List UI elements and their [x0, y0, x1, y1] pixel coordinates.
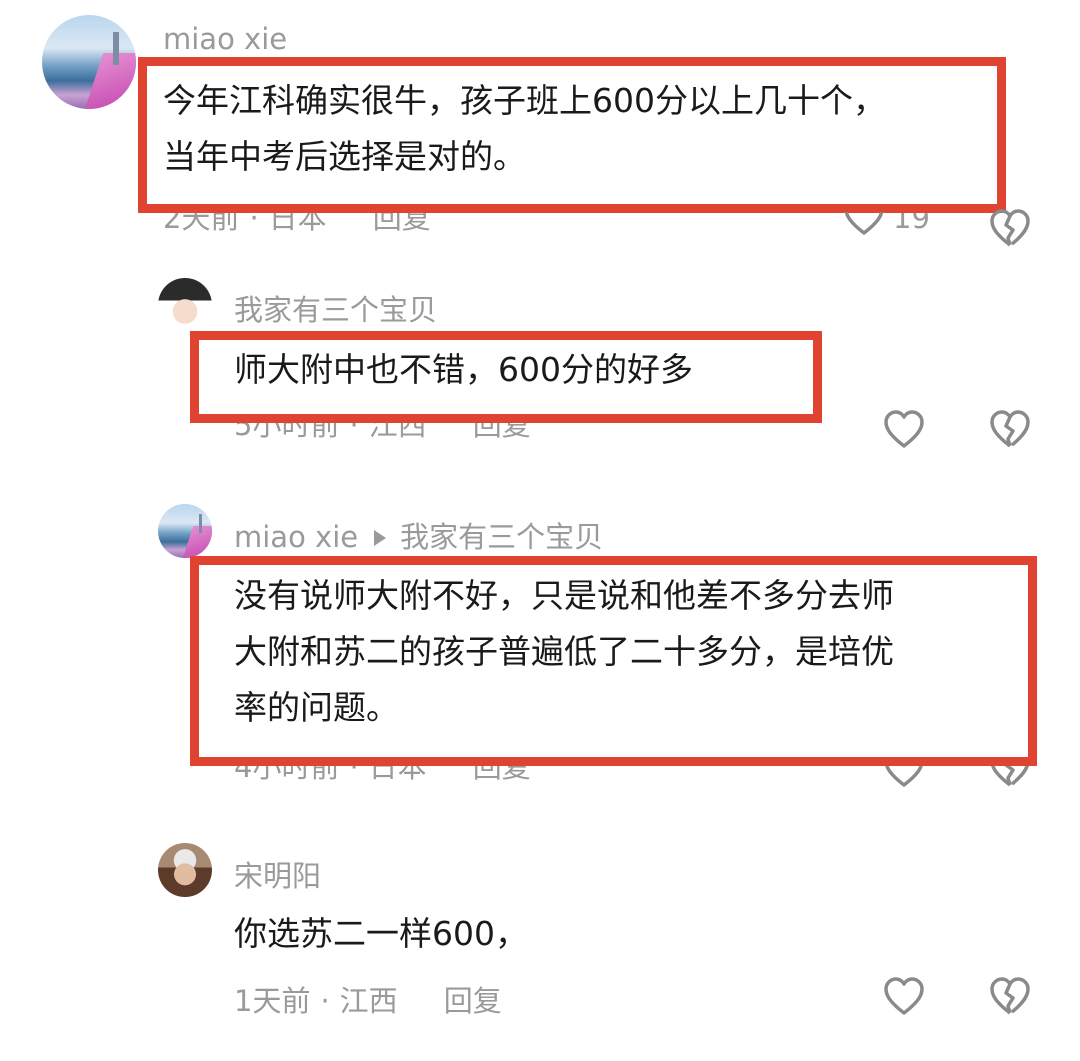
avatar[interactable]	[42, 15, 136, 109]
heart-outline-icon[interactable]	[883, 976, 925, 1018]
reply-button[interactable]: 回复	[473, 766, 531, 784]
comment-time: 2天前	[163, 213, 240, 235]
comment-text-line: 你选苏二一样600，	[234, 914, 528, 953]
comment-text-line: 当年中考后选择是对的。	[163, 137, 526, 176]
comment-username[interactable]: miao xie	[234, 520, 358, 554]
reply-button[interactable]: 回复	[444, 984, 502, 1018]
broken-heart-icon[interactable]	[989, 976, 1031, 1018]
comment-username[interactable]: 我家有三个宝贝	[234, 287, 437, 329]
comment-text: 没有说师大附不好，只是说和他差不多分去师 大附和苏二的孩子普遍低了二十多分，是培…	[234, 568, 894, 736]
broken-heart-icon[interactable]	[989, 409, 1031, 451]
heart-outline-icon[interactable]	[883, 409, 925, 451]
reply-to-username[interactable]: 我家有三个宝贝	[400, 520, 603, 554]
comment-text-line: 今年江科确实很牛，孩子班上600分以上几十个，	[163, 81, 886, 120]
comment-time: 5小时前	[234, 423, 340, 442]
heart-outline-icon[interactable]	[843, 212, 885, 238]
comment-location: 日本	[368, 766, 427, 784]
comment-username-line: miao xie 我家有三个宝贝	[234, 514, 603, 556]
comment-location: 日本	[268, 213, 327, 235]
comment-meta: 2天前 · 日本 回复	[163, 213, 431, 239]
reply-arrow-icon	[374, 529, 387, 546]
comment-meta: 4小时前 · 日本 回复	[234, 766, 531, 786]
comment-location: 江西	[368, 423, 427, 442]
comment-text-line: 没有说师大附不好，只是说和他差不多分去师	[234, 576, 894, 615]
comment-text-line: 率的问题。	[234, 688, 399, 727]
comment-meta: 5小时前 · 江西 回复	[234, 423, 531, 445]
broken-heart-icon[interactable]	[989, 208, 1031, 250]
comment-time: 1天前	[234, 984, 311, 1018]
avatar[interactable]	[158, 843, 212, 897]
broken-heart-icon[interactable]	[989, 766, 1031, 790]
comment-location: 江西	[339, 984, 398, 1018]
reply-button[interactable]: 回复	[373, 213, 431, 235]
reply-button[interactable]: 回复	[473, 423, 531, 442]
avatar[interactable]	[158, 504, 212, 558]
comment-meta: 1天前 · 江西 回复	[234, 984, 502, 1018]
comment-username[interactable]: miao xie	[163, 22, 287, 56]
comment-text-line: 大附和苏二的孩子普遍低了二十多分，是培优	[234, 632, 894, 671]
avatar[interactable]	[158, 278, 212, 332]
comment-time: 4小时前	[234, 766, 340, 784]
comment-username[interactable]: 宋明阳	[234, 853, 321, 895]
comment-text-line: 师大附中也不错，600分的好多	[234, 350, 693, 389]
like-count: 19	[893, 213, 930, 235]
comment-text: 师大附中也不错，600分的好多	[234, 342, 693, 398]
comment-text: 今年江科确实很牛，孩子班上600分以上几十个， 当年中考后选择是对的。	[163, 73, 886, 185]
heart-outline-icon[interactable]	[883, 766, 925, 790]
comment-text: 你选苏二一样600，	[234, 906, 528, 962]
